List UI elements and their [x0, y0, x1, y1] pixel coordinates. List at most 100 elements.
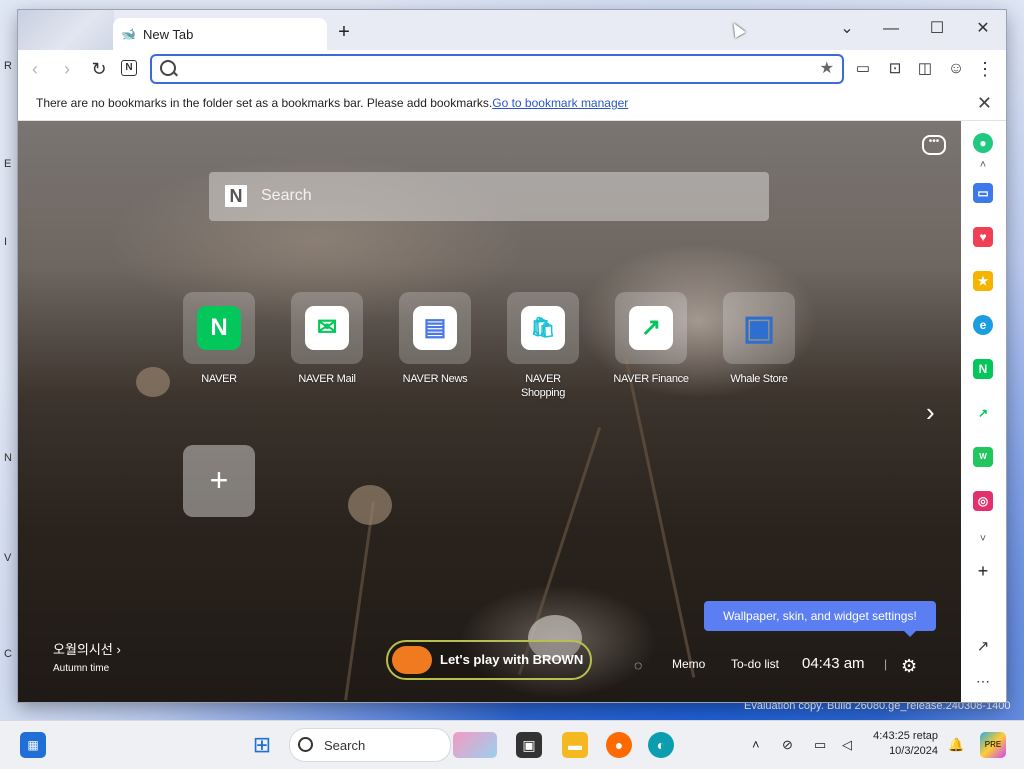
finance-chart-icon: ↗	[629, 306, 673, 350]
profile-icon[interactable]: ☺	[945, 58, 967, 80]
whale-tab-icon: 🐋	[121, 27, 136, 41]
close-bookmarks-bar-icon[interactable]: ✕	[977, 93, 992, 114]
widgets-icon[interactable]: ▦	[20, 732, 46, 758]
whale-store-icon: ▣	[742, 309, 776, 347]
wallpaper-title-text: 오월의시선	[53, 642, 113, 657]
memo-button[interactable]: Memo	[672, 657, 705, 671]
wallpaper-title[interactable]: 오월의시선 ›	[53, 639, 121, 658]
naver-finance-app-icon[interactable]: ↗	[973, 403, 993, 423]
back-button[interactable]: ‹	[24, 58, 46, 80]
minimize-button[interactable]: —	[880, 18, 902, 40]
scroll-down-icon[interactable]: ˅	[973, 533, 993, 545]
close-window-button[interactable]: ✕	[972, 18, 994, 40]
green-circle-app-icon[interactable]: ●	[973, 133, 993, 153]
gear-icon[interactable]: ⚙	[901, 656, 917, 677]
desktop-label-r: R	[4, 60, 12, 72]
start-icon[interactable]: ⊞	[249, 732, 275, 758]
naver-shopping-app-icon[interactable]: N	[973, 359, 993, 379]
shortcut-naver-news[interactable]: ▤ NAVER News	[390, 292, 480, 386]
capture-icon[interactable]: ▭	[852, 58, 874, 80]
shortcut-naver-finance[interactable]: ↗ NAVER Finance	[606, 292, 696, 386]
shortcut-naver-mail[interactable]: ✉ NAVER Mail	[282, 292, 372, 386]
whale-browser-icon[interactable]: ◐	[648, 732, 674, 758]
edge-app-icon[interactable]: e	[973, 315, 993, 335]
forward-button[interactable]: ›	[56, 58, 78, 80]
bookmarks-bar: There are no bookmarks in the folder set…	[18, 88, 1006, 121]
chevron-up-icon[interactable]: ˄	[752, 737, 760, 752]
shopping-bag-icon: 🛍	[521, 306, 565, 350]
bookmarks-empty-text: There are no bookmarks in the folder set…	[36, 96, 493, 110]
brown-promo-button[interactable]: Let's play with BROWN	[386, 640, 592, 680]
shortcut-whale-store[interactable]: ▣ Whale Store	[714, 292, 804, 386]
add-shortcut-button[interactable]: +	[183, 445, 255, 517]
task-view-icon[interactable]: ▣	[516, 732, 542, 758]
search-highlight-icon	[453, 732, 497, 758]
tab-list-dropdown-icon[interactable]: ⌄	[836, 18, 858, 40]
naver-button[interactable]: N	[121, 60, 137, 76]
new-tab-button[interactable]: +	[336, 22, 352, 42]
volume-icon[interactable]: ◁	[842, 737, 852, 753]
maximize-button[interactable]: ☐	[926, 18, 948, 40]
file-explorer-icon[interactable]: ▬	[562, 732, 588, 758]
reload-button[interactable]: ↻	[88, 58, 110, 80]
desktop-label-n: N	[4, 452, 12, 464]
bookmark-star-icon[interactable]: ★	[820, 58, 834, 78]
shortcut-tile: ✉	[291, 292, 363, 364]
search-icon	[298, 737, 313, 752]
taskbar-search-label: Search	[324, 738, 366, 753]
naver-search-box[interactable]: N Search	[209, 172, 769, 221]
brown-promo-label: Let's play with BROWN	[440, 652, 584, 667]
shortcut-tile: ↗	[615, 292, 687, 364]
flower-stem	[623, 354, 696, 678]
sidebar-toggle-icon[interactable]: ◫	[914, 58, 936, 80]
shortcut-naver[interactable]: N NAVER	[174, 292, 264, 386]
todo-list-button[interactable]: To-do list	[731, 657, 779, 671]
newtab-clock: 04:43 am	[802, 655, 865, 672]
weather-icon[interactable]: ◌	[634, 657, 642, 673]
flower-stem	[344, 501, 375, 701]
screenshot-icon[interactable]: ⊡	[884, 58, 906, 80]
tab-new-tab[interactable]: 🐋 New Tab	[113, 18, 327, 50]
copilot-icon[interactable]: PRE	[980, 732, 1006, 758]
add-app-icon[interactable]: +	[973, 561, 993, 582]
briefcase-app-icon[interactable]: ▭	[973, 183, 993, 203]
shortcut-label: Whale Store	[730, 373, 788, 385]
next-page-chevron-icon[interactable]: ›	[926, 397, 935, 428]
desktop-label-c: C	[4, 648, 12, 660]
notification-bell-icon[interactable]: 🔔	[948, 737, 964, 753]
search-icon	[160, 60, 176, 76]
firefox-icon[interactable]: ●	[606, 732, 632, 758]
shortcut-label: NAVER Shopping	[520, 373, 566, 399]
shortcut-label: NAVER	[201, 373, 237, 385]
chat-icon[interactable]: •••	[922, 135, 946, 155]
taskbar-clock[interactable]: 4:43:25 retap 10/3/2024	[868, 729, 938, 759]
title-bar: 🐋 New Tab + ⌄ — ☐ ✕	[18, 10, 1006, 50]
taskbar-search[interactable]: Search	[289, 728, 451, 762]
display-icon[interactable]: ▭	[814, 737, 826, 753]
scroll-up-icon[interactable]: ˄	[973, 159, 993, 171]
webtoon-app-icon[interactable]: W	[973, 447, 993, 467]
star-app-icon[interactable]: ★	[973, 271, 993, 291]
network-icon[interactable]: ⊘	[782, 737, 793, 753]
bookmarks-bar-message: There are no bookmarks in the folder set…	[36, 96, 628, 110]
naver-icon: N	[197, 306, 241, 350]
menu-icon[interactable]: ⋮	[974, 58, 996, 80]
instagram-app-icon[interactable]: ◎	[973, 491, 993, 511]
external-link-icon[interactable]: ↗	[973, 637, 993, 655]
divider: |	[884, 657, 888, 671]
address-bar[interactable]: ★	[150, 54, 844, 84]
shortcut-label: NAVER Mail	[298, 373, 356, 385]
address-input[interactable]	[182, 59, 806, 81]
bookmark-manager-link[interactable]: Go to bookmark manager	[492, 96, 628, 110]
pocket-app-icon[interactable]: ♥	[973, 227, 993, 247]
whale-logo	[18, 10, 114, 50]
brown-character-icon	[392, 646, 432, 674]
shortcut-naver-shopping[interactable]: 🛍 NAVER Shopping	[498, 292, 588, 400]
shortcut-tile: ▣	[723, 292, 795, 364]
flower-bud	[348, 485, 392, 525]
chevron-right-icon: ›	[116, 642, 121, 657]
more-icon[interactable]: ⋯	[973, 673, 993, 690]
shortcut-tile: N	[183, 292, 255, 364]
new-tab-page: ••• N Search N NAVER ✉ NAVER Mail ▤ NAVE…	[18, 121, 961, 702]
shortcut-tile: 🛍	[507, 292, 579, 364]
